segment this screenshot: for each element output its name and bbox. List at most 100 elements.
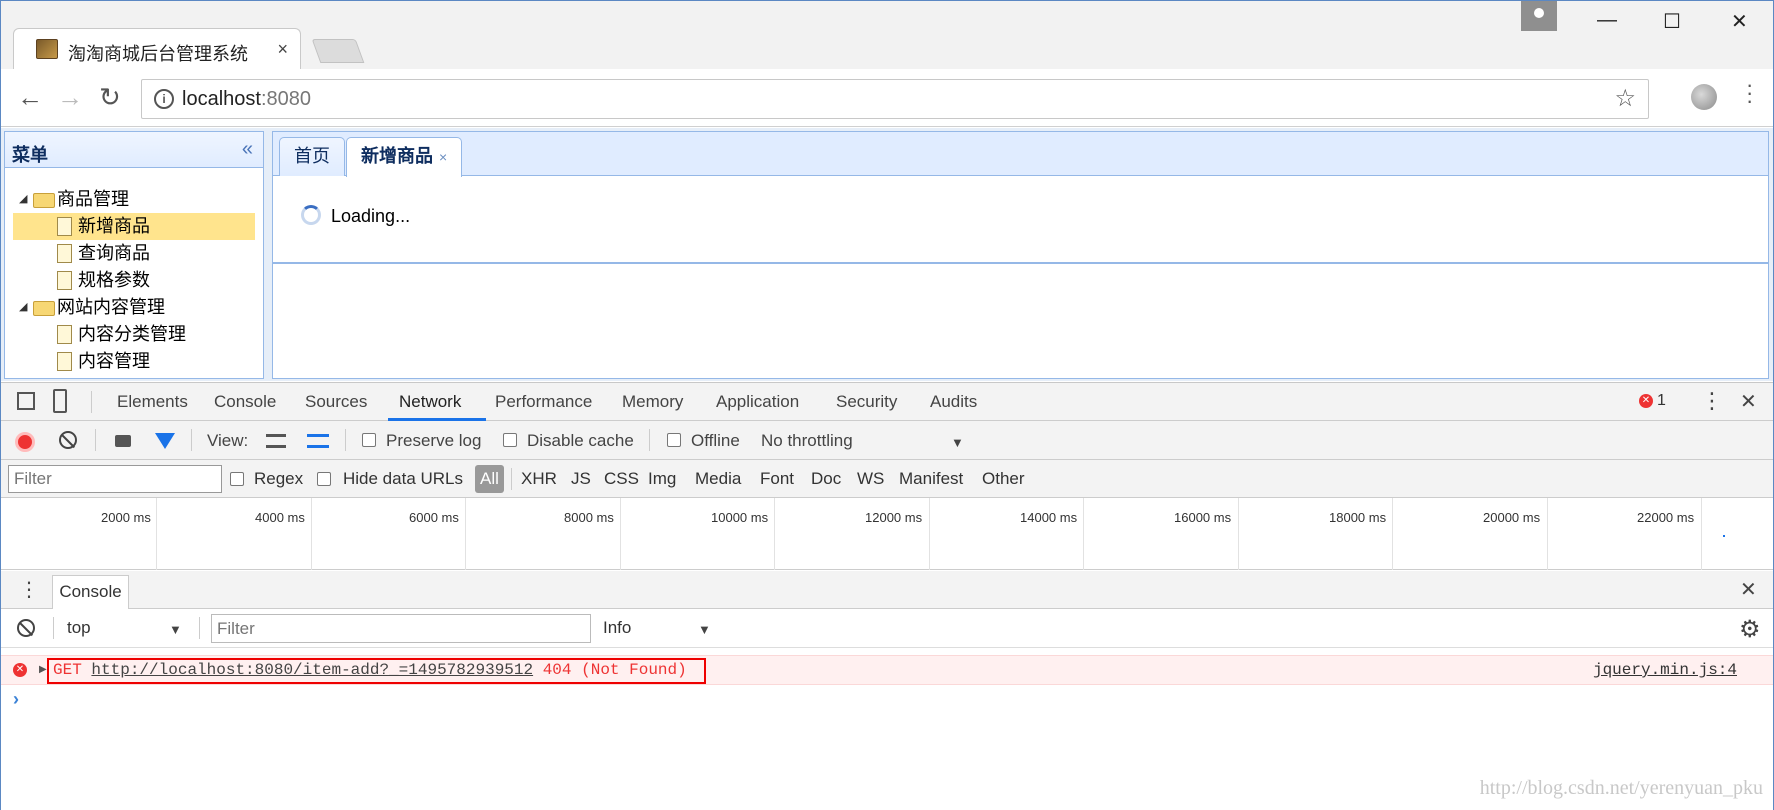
bookmark-star-icon[interactable]: ☆: [1614, 84, 1636, 113]
collapse-sidebar-icon[interactable]: «: [242, 138, 253, 161]
devtools-tab-security[interactable]: Security: [836, 392, 897, 412]
url-host: localhost: [182, 88, 261, 110]
devtools-tab-elements[interactable]: Elements: [117, 392, 188, 412]
info-icon[interactable]: i: [154, 89, 174, 109]
reload-button[interactable]: ↻: [99, 82, 121, 113]
tab-home[interactable]: 首页: [279, 137, 345, 176]
throttling-caret-icon[interactable]: ▼: [951, 435, 964, 450]
browser-tab-title: 淘淘商城后台管理系统: [68, 44, 248, 64]
log-level-select[interactable]: Info: [603, 618, 631, 638]
filter-icon[interactable]: [155, 433, 175, 449]
drawer-tab-console[interactable]: Console: [52, 575, 129, 609]
devtools-close-icon[interactable]: ✕: [1740, 389, 1757, 414]
devtools-tab-memory[interactable]: Memory: [622, 392, 683, 412]
context-select[interactable]: top: [67, 618, 91, 638]
expand-message-icon[interactable]: ▶: [39, 664, 47, 675]
inspect-element-icon[interactable]: [17, 392, 35, 410]
waterfall-view-icon[interactable]: [307, 434, 329, 448]
tree-node-query-product[interactable]: 查询商品: [5, 240, 263, 267]
filter-type-ws[interactable]: WS: [857, 469, 884, 489]
tab-add-product[interactable]: 新增商品 ×: [346, 137, 463, 177]
throttling-select[interactable]: No throttling: [761, 431, 853, 451]
window-close-button[interactable]: ✕: [1731, 9, 1748, 34]
tree-expand-icon[interactable]: ◢: [19, 186, 27, 213]
filter-type-media[interactable]: Media: [695, 469, 741, 489]
offline-checkbox[interactable]: [667, 433, 681, 447]
record-icon[interactable]: [15, 432, 35, 452]
forward-button[interactable]: →: [57, 82, 83, 113]
tree-node-add-product[interactable]: 新增商品: [13, 213, 255, 240]
context-caret-icon[interactable]: ▼: [169, 622, 182, 637]
folder-icon: [33, 193, 55, 208]
tree-node-content-category[interactable]: 内容分类管理: [5, 321, 263, 348]
devtools-tab-network[interactable]: Network: [399, 392, 461, 412]
console-prompt-icon[interactable]: ›: [13, 689, 19, 710]
new-tab-button[interactable]: [311, 39, 365, 63]
clear-icon[interactable]: [59, 431, 77, 449]
error-text: GET http://localhost:8080/item-add?_=149…: [53, 661, 687, 679]
timeline-tick-label: 12000 ms: [865, 510, 923, 525]
error-count[interactable]: 1: [1657, 392, 1666, 410]
drawer-close-icon[interactable]: ✕: [1740, 577, 1757, 602]
timeline-gridline: [1392, 498, 1393, 570]
tab-close-icon[interactable]: ×: [277, 39, 288, 60]
browser-menu-icon[interactable]: · · ·: [1746, 74, 1753, 112]
timeline-tick-label: 14000 ms: [1020, 510, 1078, 525]
console-settings-gear-icon[interactable]: ⚙: [1739, 615, 1761, 644]
device-toolbar-icon[interactable]: [53, 389, 67, 413]
list-view-icon[interactable]: [266, 434, 286, 448]
devtools-tab-console[interactable]: Console: [214, 392, 276, 412]
capture-screenshots-icon[interactable]: [115, 435, 131, 447]
extension-icon[interactable]: [1691, 84, 1717, 110]
filter-type-manifest[interactable]: Manifest: [899, 469, 963, 489]
error-count-icon[interactable]: ✕: [1639, 394, 1653, 408]
separator: [649, 429, 650, 451]
devtools-menu-icon[interactable]: ⋮: [1701, 388, 1723, 414]
filter-type-font[interactable]: Font: [760, 469, 794, 489]
clear-console-icon[interactable]: [17, 619, 35, 637]
file-icon: [57, 244, 72, 263]
devtools-tab-performance[interactable]: Performance: [495, 392, 592, 412]
timeline-tick-label: 22000 ms: [1637, 510, 1695, 525]
filter-type-img[interactable]: Img: [648, 469, 676, 489]
filter-type-xhr[interactable]: XHR: [521, 469, 557, 489]
drawer-menu-icon[interactable]: ⋮: [19, 577, 39, 602]
devtools-tab-audits[interactable]: Audits: [930, 392, 977, 412]
timeline-tick-label: 6000 ms: [409, 510, 459, 525]
profile-icon[interactable]: [1521, 1, 1557, 31]
error-source-link[interactable]: jquery.min.js:4: [1593, 661, 1737, 679]
tree-node-content[interactable]: 内容管理: [5, 348, 263, 375]
timeline-tick-label: 20000 ms: [1483, 510, 1541, 525]
network-filter-input[interactable]: [8, 465, 222, 493]
console-error-message[interactable]: ✕ ▶ GET http://localhost:8080/item-add?_…: [1, 655, 1773, 685]
filter-type-js[interactable]: JS: [571, 469, 591, 489]
regex-checkbox[interactable]: [230, 472, 244, 486]
tree-node-product-management[interactable]: ◢ 商品管理: [5, 186, 263, 213]
network-overview[interactable]: 2000 ms 4000 ms 6000 ms 8000 ms 10000 ms…: [1, 498, 1773, 570]
tree-expand-icon[interactable]: ◢: [19, 294, 27, 321]
tree-node-site-content[interactable]: ◢ 网站内容管理: [5, 294, 263, 321]
tree-node-label: 商品管理: [57, 189, 129, 209]
minimize-button[interactable]: —: [1597, 9, 1617, 32]
timeline-tick-label: 2000 ms: [101, 510, 151, 525]
filter-type-other[interactable]: Other: [982, 469, 1025, 489]
filter-type-doc[interactable]: Doc: [811, 469, 841, 489]
error-url-link[interactable]: http://localhost:8080/item-add?_=1495782…: [91, 661, 533, 679]
log-level-caret-icon[interactable]: ▼: [698, 622, 711, 637]
address-bar[interactable]: i localhost:8080 ☆: [141, 79, 1649, 119]
console-filter-input[interactable]: [211, 614, 591, 643]
maximize-button[interactable]: ☐: [1663, 9, 1681, 34]
back-button[interactable]: ←: [17, 82, 43, 113]
browser-tab[interactable]: 淘淘商城后台管理系统 ×: [13, 28, 301, 70]
separator: [345, 429, 346, 451]
disable-cache-checkbox[interactable]: [503, 433, 517, 447]
url-text[interactable]: localhost:8080: [182, 88, 311, 111]
filter-type-css[interactable]: CSS: [604, 469, 639, 489]
tree-node-spec-params[interactable]: 规格参数: [5, 267, 263, 294]
devtools-tab-sources[interactable]: Sources: [305, 392, 367, 412]
filter-type-all[interactable]: All: [475, 465, 504, 493]
tab-close-icon[interactable]: ×: [439, 149, 447, 165]
preserve-log-checkbox[interactable]: [362, 433, 376, 447]
devtools-tab-application[interactable]: Application: [716, 392, 799, 412]
hide-data-urls-checkbox[interactable]: [317, 472, 331, 486]
